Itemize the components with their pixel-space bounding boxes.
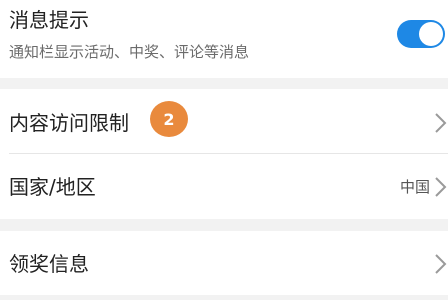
chevron-right-icon [435, 113, 447, 133]
country-region-label: 国家/地区 [9, 175, 96, 199]
notification-toggle[interactable] [397, 20, 445, 48]
notification-setting-row: 消息提示 通知栏显示活动、中奖、评论等消息 [0, 0, 448, 78]
country-region-value: 中国 [399, 178, 430, 196]
chevron-right-icon [435, 254, 447, 274]
toggle-knob [419, 22, 443, 46]
chevron-right-icon [435, 177, 447, 197]
notification-title: 消息提示 [9, 8, 89, 32]
content-restriction-row[interactable]: 内容访问限制 2 [0, 89, 448, 153]
prize-info-row[interactable]: 领奖信息 [0, 231, 448, 295]
country-region-row[interactable]: 国家/地区 中国 [0, 154, 448, 218]
prize-info-label: 领奖信息 [9, 252, 89, 276]
notification-count-badge: 2 [150, 101, 188, 137]
content-restriction-label: 内容访问限制 [9, 111, 129, 135]
notification-subtitle: 通知栏显示活动、中奖、评论等消息 [9, 43, 250, 61]
